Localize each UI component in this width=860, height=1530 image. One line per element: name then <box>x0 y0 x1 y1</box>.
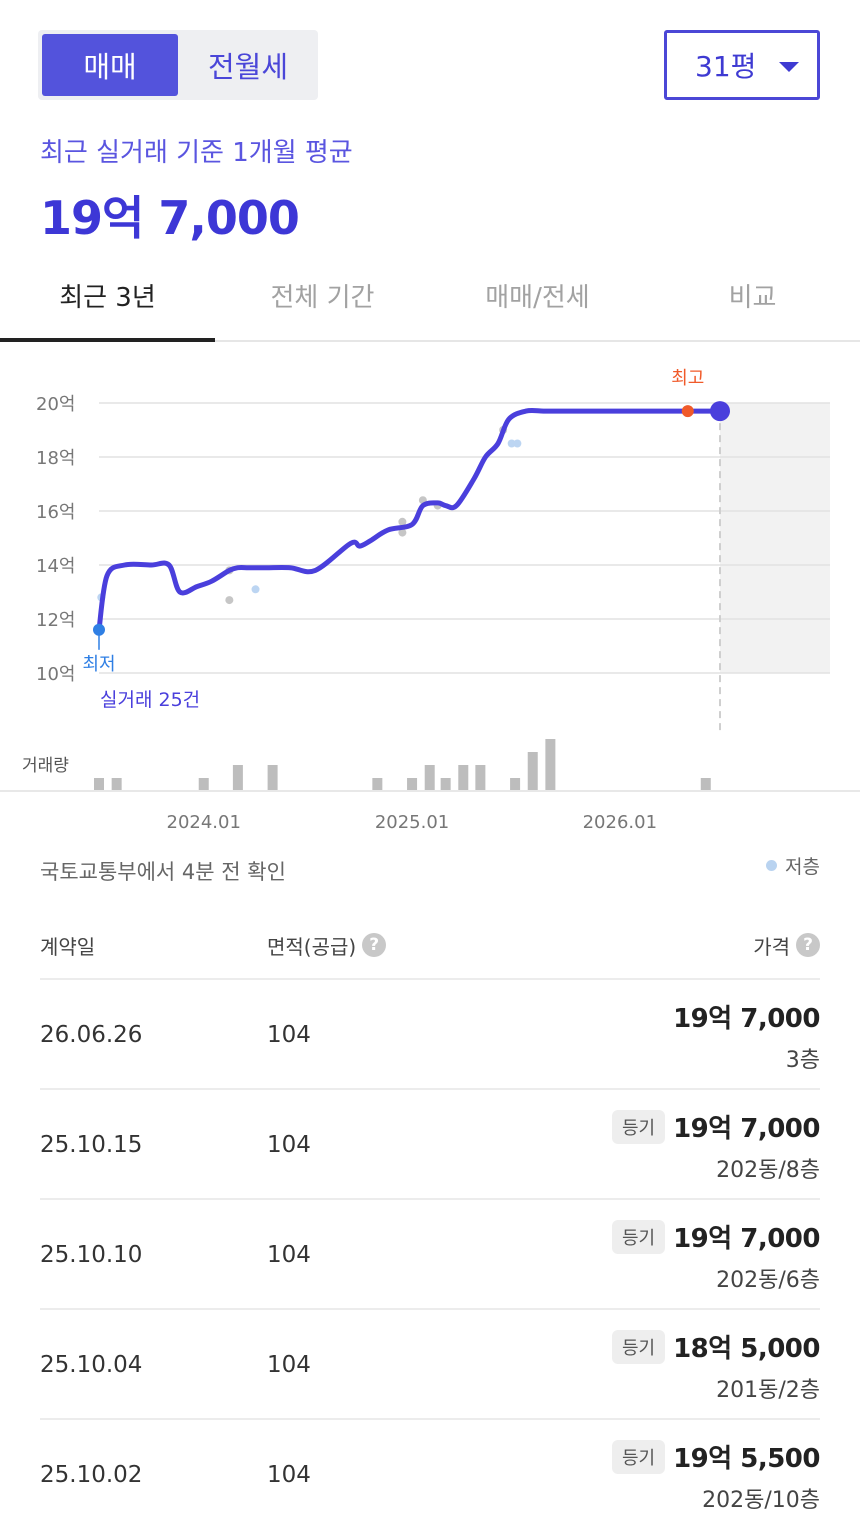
table-row[interactable]: 25.10.10 104 등기 19억 7,000 202동/6층 <box>40 1200 820 1310</box>
data-source-note: 국토교통부에서 4분 전 확인 <box>40 860 286 884</box>
row-date: 25.10.15 <box>40 1132 143 1158</box>
tab-all-period[interactable]: 전체 기간 <box>215 250 430 340</box>
help-icon[interactable]: ? <box>362 933 387 957</box>
current-price-dot <box>710 401 730 422</box>
low-marker <box>93 623 105 636</box>
high-marker <box>681 405 694 418</box>
volume-bar <box>475 765 486 791</box>
help-icon[interactable]: ? <box>796 933 820 957</box>
trade-count-label: 실거래 25건 <box>100 689 200 711</box>
row-price: 19억 7,000 <box>673 1224 820 1254</box>
volume-bar <box>232 765 243 791</box>
volume-bar <box>545 739 556 791</box>
header-date: 계약일 <box>40 934 96 959</box>
legend-label-low-floor: 저층 <box>785 856 820 878</box>
registered-badge: 등기 <box>611 1109 666 1144</box>
price-line <box>96 408 723 633</box>
row-price: 19억 5,500 <box>673 1444 820 1474</box>
registered-badge: 등기 <box>611 1329 666 1364</box>
tab-sale-vs-jeonse[interactable]: 매매/전세 <box>430 250 645 340</box>
trade-dot <box>513 439 522 448</box>
price-chart: 20억 18억 16억 14억 12억 10억 최저 최고실거래 25건거래량 2024.01 2… <box>0 342 860 842</box>
table-body: 26.06.26 104 19억 7,000 3층 25.10.15 104 등기 19억 7… <box>40 980 820 1530</box>
volume-bar <box>458 765 469 791</box>
row-price-line: 19억 7,000 <box>673 998 820 1035</box>
low-marker-label: 최저 <box>82 654 115 675</box>
summary-label: 최근 실거래 기준 1개월 평균 <box>40 138 353 168</box>
deal-type-toggle: 매매 전월세 <box>38 30 318 100</box>
summary-price: 19억 7,000 <box>40 191 300 245</box>
transactions-table: 계약일 면적(공급) ? 가격 ? 26.06.26 104 19억 7,000 3층… <box>40 912 820 1530</box>
legend: 저층 <box>766 852 820 879</box>
volume-label: 거래량 <box>22 756 69 776</box>
x-tick-label: 2024.01 <box>167 812 241 833</box>
row-floor: 202동/10층 <box>702 1488 820 1513</box>
y-tick-label: 14억 <box>36 556 75 577</box>
header-area-label: 면적(공급) <box>267 934 357 959</box>
row-price: 19억 7,000 <box>673 1004 820 1034</box>
registered-badge: 등기 <box>611 1439 666 1474</box>
header-price-label: 가격 <box>753 934 790 959</box>
row-price-line: 등기 19억 7,000 <box>611 1108 820 1145</box>
y-tick-label: 18억 <box>36 448 75 469</box>
table-header: 계약일 면적(공급) ? 가격 ? <box>40 912 820 980</box>
y-tick-label: 10억 <box>36 664 75 685</box>
area-size-value: 31평 <box>695 50 757 83</box>
row-floor: 3층 <box>785 1048 820 1073</box>
row-price: 18억 5,000 <box>673 1334 820 1364</box>
registered-badge: 등기 <box>611 1219 666 1254</box>
table-row[interactable]: 25.10.15 104 등기 19억 7,000 202동/8층 <box>40 1090 820 1200</box>
row-date: 26.06.26 <box>40 1022 143 1048</box>
row-date: 25.10.10 <box>40 1242 143 1268</box>
y-tick-label: 12억 <box>36 610 75 631</box>
row-floor: 202동/6층 <box>716 1268 820 1293</box>
header-price: 가격 ? <box>753 931 820 960</box>
legend-dot-low-floor <box>766 860 778 871</box>
row-price-line: 등기 18억 5,000 <box>611 1328 820 1365</box>
row-price-line: 등기 19억 7,000 <box>611 1218 820 1255</box>
x-tick-label: 2025.01 <box>375 812 449 833</box>
caret-down-icon <box>779 62 799 72</box>
row-area: 104 <box>267 1242 311 1268</box>
trade-dot <box>251 585 260 594</box>
area-size-select[interactable]: 31평 <box>664 30 820 100</box>
high-marker-label: 최고 <box>671 368 704 389</box>
row-date: 25.10.02 <box>40 1462 143 1488</box>
row-floor: 201동/2층 <box>716 1378 820 1403</box>
tab-compare[interactable]: 비교 <box>645 250 860 340</box>
tab-recent-3-years[interactable]: 최근 3년 <box>0 250 215 342</box>
table-row[interactable]: 25.10.04 104 등기 18억 5,000 201동/2층 <box>40 1310 820 1420</box>
y-tick-label: 20억 <box>36 394 75 415</box>
volume-bar <box>267 765 278 791</box>
row-price: 19억 7,000 <box>673 1114 820 1144</box>
price-chart-svg: 20억 18억 16억 14억 12억 10억 최저 최고실거래 25건거래량 2024.01 2… <box>22 368 830 833</box>
trade-dot <box>225 596 234 605</box>
period-tabs: 최근 3년 전체 기간 매매/전세 비교 <box>0 250 860 342</box>
row-area: 104 <box>267 1462 311 1488</box>
row-area: 104 <box>267 1022 311 1048</box>
y-tick-label: 16억 <box>36 502 75 523</box>
row-area: 104 <box>267 1352 311 1378</box>
chart-divider <box>0 790 860 792</box>
sale-tab-button[interactable]: 매매 <box>42 34 178 96</box>
rent-tab-button[interactable]: 전월세 <box>180 34 316 96</box>
row-date: 25.10.04 <box>40 1352 143 1378</box>
row-floor: 202동/8층 <box>716 1158 820 1183</box>
future-shade <box>720 403 830 673</box>
row-area: 104 <box>267 1132 311 1158</box>
table-row[interactable]: 25.10.02 104 등기 19억 5,500 202동/10층 <box>40 1420 820 1530</box>
x-tick-label: 2026.01 <box>583 812 657 833</box>
volume-bar <box>527 752 538 791</box>
table-row[interactable]: 26.06.26 104 19억 7,000 3층 <box>40 980 820 1090</box>
row-price-line: 등기 19억 5,500 <box>611 1438 820 1475</box>
volume-bar <box>424 765 435 791</box>
header-area: 면적(공급) ? <box>267 931 387 960</box>
